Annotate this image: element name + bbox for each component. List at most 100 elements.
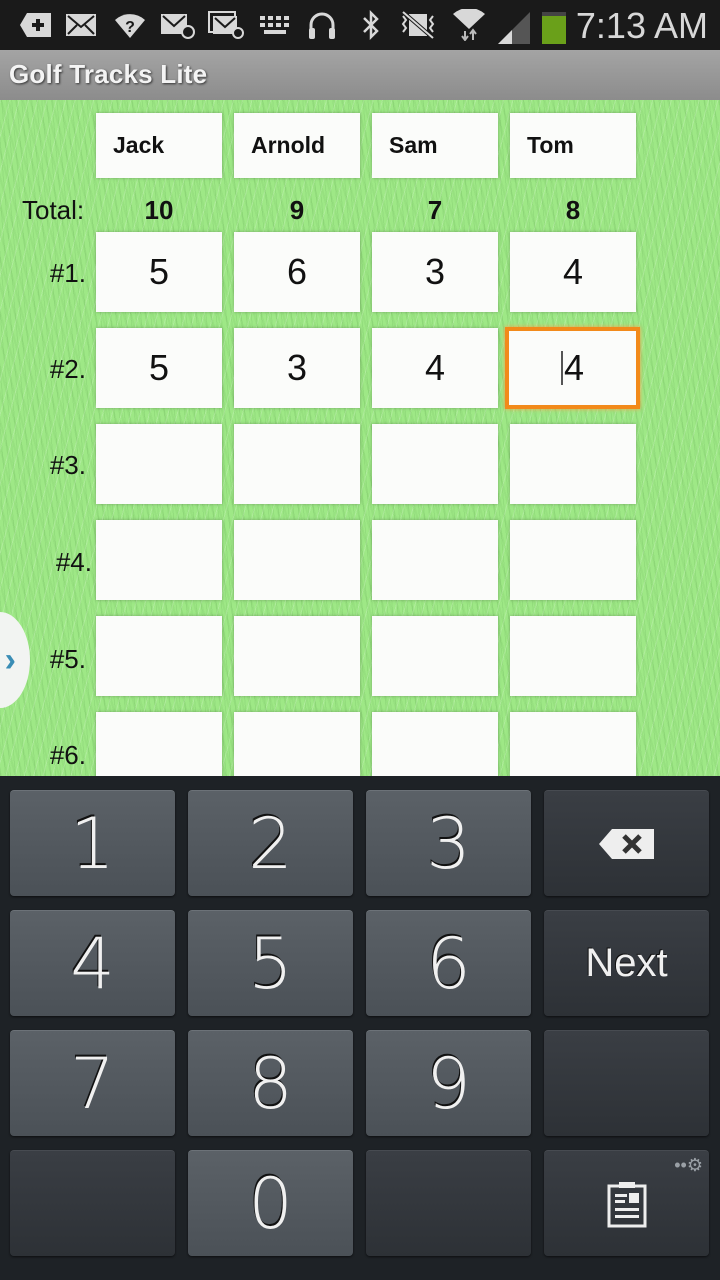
- bluetooth-icon: [358, 10, 384, 40]
- app-title: Golf Tracks Lite: [9, 59, 208, 89]
- add-notification-icon: [18, 10, 54, 40]
- wifi-icon: [450, 9, 488, 41]
- score-field[interactable]: [510, 424, 636, 504]
- clock: 7:13 AM: [575, 5, 708, 46]
- key-label: 6: [426, 922, 471, 1005]
- player-name-text: Arnold: [251, 132, 326, 158]
- player-total: 8: [565, 195, 581, 225]
- score-value: 4: [562, 251, 584, 292]
- score-field[interactable]: [510, 520, 636, 600]
- player-name-field[interactable]: Jack: [96, 113, 222, 178]
- score-field[interactable]: 3: [234, 328, 360, 408]
- score-value: 4: [424, 347, 446, 388]
- gear-icon: ••⚙: [674, 1155, 703, 1176]
- key-9[interactable]: 9: [366, 1030, 531, 1136]
- score-field[interactable]: [96, 424, 222, 504]
- player-total: 7: [427, 195, 443, 225]
- player-name-text: Sam: [389, 132, 438, 158]
- hole-label: #3.: [49, 450, 86, 480]
- score-value: 5: [148, 347, 170, 388]
- app-title-bar: Golf Tracks Lite: [0, 50, 720, 100]
- wifi-question-icon: ?: [112, 10, 148, 40]
- key-label: 2: [248, 802, 293, 885]
- key-label: 5: [248, 922, 293, 1005]
- score-field-focused[interactable]: 4: [505, 327, 640, 409]
- hole-label: #4.: [55, 547, 92, 577]
- player-name-field[interactable]: Tom: [510, 113, 636, 178]
- score-value: 5: [148, 251, 170, 292]
- key-label: 3: [426, 802, 471, 885]
- status-bar: ? 7:13 AM: [0, 0, 720, 50]
- player-name-text: Tom: [527, 132, 574, 158]
- key-5[interactable]: 5: [188, 910, 353, 1016]
- score-field[interactable]: 4: [372, 328, 498, 408]
- key-6[interactable]: 6: [366, 910, 531, 1016]
- score-field[interactable]: [234, 520, 360, 600]
- score-field[interactable]: 5: [96, 328, 222, 408]
- keyboard-icon: [258, 10, 292, 40]
- blank-key[interactable]: [544, 1030, 709, 1136]
- key-8[interactable]: 8: [188, 1030, 353, 1136]
- player-name-field[interactable]: Arnold: [234, 113, 360, 178]
- score-field[interactable]: 6: [234, 232, 360, 312]
- key-0[interactable]: 0: [188, 1150, 353, 1256]
- key-label: 4: [70, 922, 115, 1005]
- score-field[interactable]: [372, 424, 498, 504]
- signal-icon: [498, 12, 534, 44]
- next-key[interactable]: Next: [544, 910, 709, 1016]
- key-7[interactable]: 7: [10, 1030, 175, 1136]
- key-1[interactable]: 1: [10, 790, 175, 896]
- numeric-keyboard: 1 2 3 4 5 6 Next 7 8 9 0 ••⚙: [0, 776, 720, 1280]
- key-label: 9: [426, 1042, 471, 1125]
- key-label: 7: [70, 1042, 115, 1125]
- svg-text:?: ?: [125, 19, 135, 36]
- side-drawer-handle[interactable]: ›: [0, 612, 30, 708]
- score-field[interactable]: 4: [510, 232, 636, 312]
- text-cursor: [560, 351, 563, 385]
- score-field[interactable]: [96, 616, 222, 696]
- chevron-right-icon: ›: [4, 640, 16, 679]
- score-field[interactable]: [372, 520, 498, 600]
- score-field[interactable]: 3: [372, 232, 498, 312]
- email-at-icon: [160, 10, 196, 40]
- player-name-field[interactable]: Sam: [372, 113, 498, 178]
- score-field[interactable]: [234, 424, 360, 504]
- key-2[interactable]: 2: [188, 790, 353, 896]
- clipboard-icon: [607, 1181, 646, 1227]
- key-label: 1: [70, 802, 115, 885]
- key-label: Next: [585, 941, 668, 985]
- blank-key[interactable]: [366, 1150, 531, 1256]
- score-field[interactable]: [96, 712, 222, 776]
- score-field[interactable]: 5: [96, 232, 222, 312]
- player-total: 9: [289, 195, 305, 225]
- score-field[interactable]: [372, 712, 498, 776]
- scorecard: Jack Arnold Sam Tom Total: 10 9 7 8 #1. …: [0, 100, 720, 776]
- vibrate-mute-icon: [398, 10, 438, 40]
- player-total: 10: [144, 195, 174, 225]
- email-icon: [64, 10, 98, 40]
- player-name-text: Jack: [113, 132, 165, 158]
- score-field[interactable]: [234, 712, 360, 776]
- battery-icon: [542, 12, 566, 44]
- headphones-icon: [306, 10, 338, 40]
- score-value: 3: [424, 251, 446, 292]
- blank-key[interactable]: [10, 1150, 175, 1256]
- score-value: 3: [286, 347, 308, 388]
- score-field[interactable]: [510, 616, 636, 696]
- key-3[interactable]: 3: [366, 790, 531, 896]
- backspace-key[interactable]: [544, 790, 709, 896]
- score-value: 6: [286, 251, 308, 292]
- key-label: 0: [248, 1162, 293, 1245]
- key-4[interactable]: 4: [10, 910, 175, 1016]
- score-field[interactable]: [510, 712, 636, 776]
- key-label: 8: [248, 1042, 293, 1125]
- hole-label: #1.: [49, 258, 86, 288]
- score-value: 4: [563, 347, 585, 388]
- score-field[interactable]: [234, 616, 360, 696]
- score-field[interactable]: [372, 616, 498, 696]
- clipboard-key[interactable]: ••⚙: [544, 1150, 709, 1256]
- hole-label: #6.: [49, 740, 86, 770]
- total-label: Total:: [22, 195, 85, 225]
- hole-label: #2.: [49, 354, 86, 384]
- score-field[interactable]: [96, 520, 222, 600]
